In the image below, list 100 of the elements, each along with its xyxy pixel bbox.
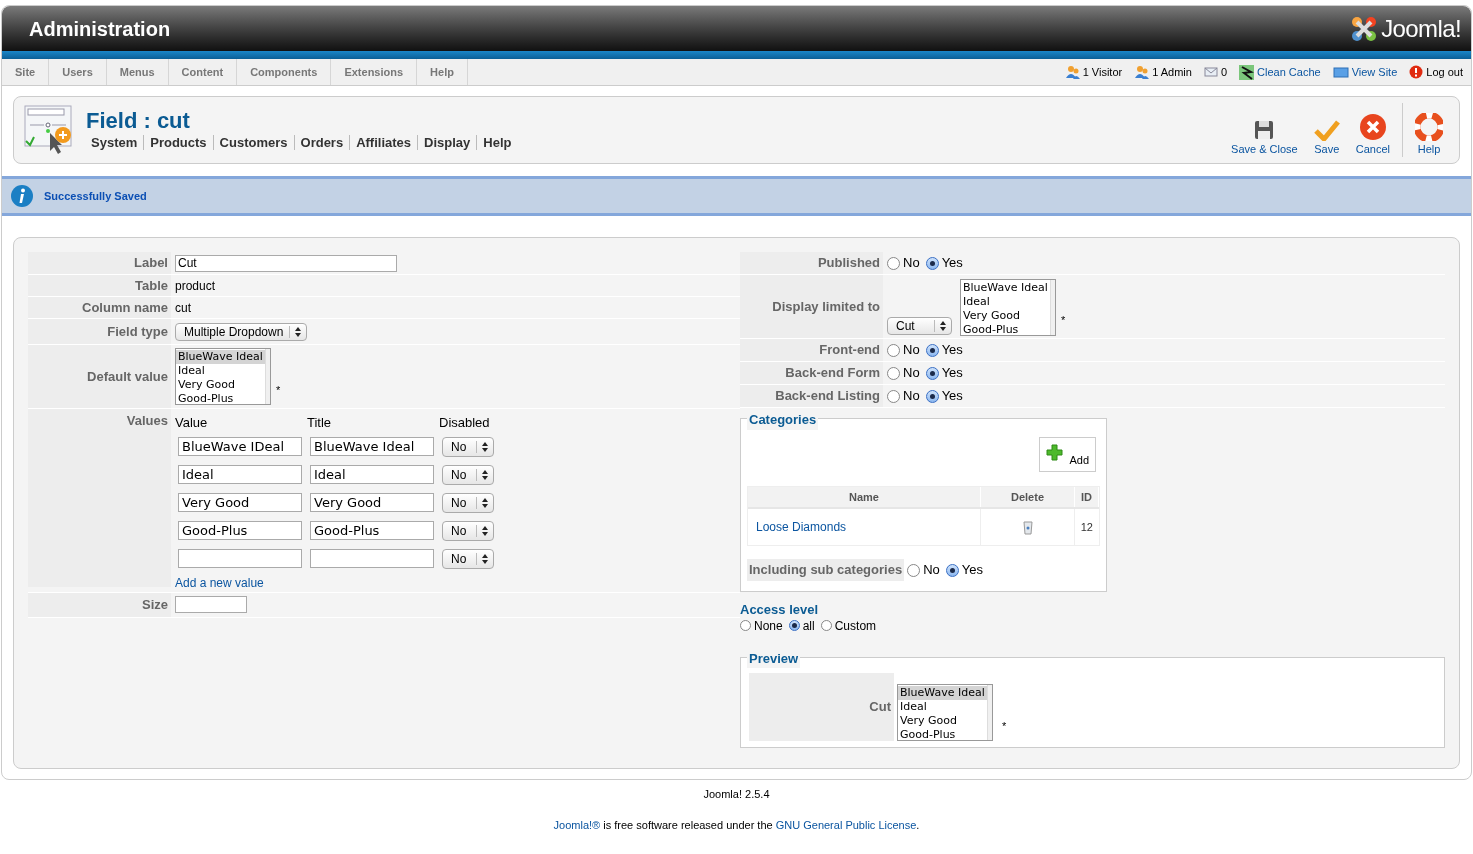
menu-item[interactable]: Content (168, 59, 238, 85)
radio-button[interactable] (907, 563, 921, 577)
list-option[interactable]: BlueWave Ideal (176, 350, 265, 364)
status-item[interactable]: Log out (1426, 63, 1463, 81)
submenu-link[interactable]: Orders (293, 135, 350, 150)
option-label: Yes (941, 254, 963, 273)
list-option[interactable]: Good-Plus (176, 392, 265, 406)
radio-button[interactable] (925, 389, 939, 403)
menu-item[interactable]: Help (417, 59, 468, 85)
toolbar-button[interactable]: Save & Close (1223, 103, 1306, 157)
menu-item[interactable]: Menus (106, 59, 169, 85)
radio-button[interactable] (887, 343, 900, 357)
category-link[interactable]: Loose Diamonds (756, 518, 847, 536)
radio-button[interactable] (925, 366, 939, 380)
list-option[interactable]: Very Good (961, 309, 1050, 323)
text-field[interactable]: Good-Plus (178, 521, 302, 540)
alert-icon (1409, 65, 1424, 79)
field-label: Column name (82, 298, 168, 317)
menu-item[interactable]: Extensions (331, 59, 418, 85)
toolbar-button[interactable]: Save (1305, 103, 1348, 157)
updown-arrow-icon (476, 468, 489, 481)
radio-button[interactable] (820, 620, 832, 632)
radio-button[interactable] (887, 366, 900, 380)
dropdown[interactable]: No (442, 492, 494, 513)
list-option[interactable]: Ideal (961, 295, 1050, 309)
text-field[interactable]: Cut (175, 254, 397, 272)
app-title: Administration (29, 16, 171, 42)
status-item[interactable]: 0 (1220, 63, 1228, 81)
dropdown[interactable]: Multiple Dropdown (175, 322, 307, 341)
radio-button[interactable] (740, 620, 751, 632)
menu-item[interactable]: Components (237, 59, 332, 85)
status-item[interactable]: 1 Visitor (1082, 63, 1123, 81)
dropdown[interactable]: No (442, 436, 494, 457)
radio-button[interactable] (925, 343, 939, 357)
option-label: No (923, 561, 940, 580)
users-icon (1064, 65, 1080, 79)
radio-button[interactable] (945, 563, 959, 577)
submenu-link[interactable]: System (91, 135, 144, 150)
menu-item[interactable]: Users (49, 59, 107, 85)
text-field[interactable] (310, 549, 434, 568)
toolbar-button[interactable]: Help (1402, 103, 1451, 157)
column-header: Value (175, 414, 209, 432)
text-field[interactable]: Very Good (310, 493, 434, 512)
license-link[interactable]: Joomla!® (553, 818, 601, 831)
required-mark: * (1002, 719, 1007, 735)
dropdown[interactable]: No (442, 520, 494, 541)
list-option[interactable]: BlueWave Ideal (898, 685, 987, 700)
submenu-link[interactable]: Customers (212, 135, 294, 150)
radio-button[interactable] (788, 620, 800, 632)
column-header: Disabled (439, 414, 491, 432)
list-option[interactable]: Very Good (176, 378, 265, 392)
list-box[interactable]: BlueWave Ideal Ideal Very Good Good-Plus (960, 279, 1056, 336)
list-box[interactable]: BlueWave Ideal Ideal Very Good Good-Plus (897, 683, 993, 741)
text-field[interactable]: BlueWave IDeal (178, 437, 302, 456)
column-header: Title (307, 414, 333, 432)
option-label: No (903, 364, 920, 383)
add-button[interactable]: Add (1039, 437, 1096, 472)
text-field[interactable]: Ideal (178, 465, 302, 484)
users-icon (1134, 65, 1150, 79)
updown-arrow-icon (289, 325, 302, 338)
field-form-icon (24, 105, 74, 155)
field-label: Display limited to (772, 297, 880, 316)
column-header: Delete (981, 487, 1075, 507)
radio-button[interactable] (925, 256, 939, 270)
radio-button[interactable] (887, 389, 900, 403)
field-label: Values (126, 412, 168, 430)
submenu-link[interactable]: Affiliates (349, 135, 418, 150)
close-icon (1358, 112, 1387, 141)
status-link[interactable]: View Site (1351, 63, 1398, 81)
toolbar-button[interactable]: Cancel (1347, 103, 1398, 157)
text-field[interactable] (175, 596, 247, 613)
text-field[interactable]: Ideal (310, 465, 434, 484)
add-value-link[interactable]: Add a new value (175, 573, 264, 592)
menu-item[interactable]: Site (2, 59, 50, 85)
dropdown[interactable]: No (442, 464, 494, 485)
text-field[interactable]: Very Good (178, 493, 302, 512)
updown-arrow-icon (476, 496, 489, 509)
radio-button[interactable] (887, 256, 900, 270)
plus-icon (1046, 444, 1063, 461)
table-cell-text: 12 (1080, 519, 1093, 535)
trash-icon[interactable] (1021, 519, 1034, 535)
list-option[interactable]: Good-Plus (898, 727, 987, 742)
list-option[interactable]: BlueWave Ideal (961, 281, 1050, 295)
list-option[interactable]: Ideal (176, 364, 265, 378)
dropdown[interactable]: No (442, 548, 494, 569)
field-label: Published (817, 254, 880, 273)
submenu-link[interactable]: Products (143, 135, 213, 150)
status-link[interactable]: Clean Cache (1257, 63, 1321, 81)
list-option[interactable]: Good-Plus (961, 323, 1050, 337)
dropdown[interactable]: Cut (887, 317, 952, 335)
text-field[interactable]: BlueWave Ideal (310, 437, 434, 456)
text-field[interactable]: Good-Plus (310, 521, 434, 540)
submenu-link[interactable]: Help (476, 135, 518, 150)
list-option[interactable]: Ideal (898, 699, 987, 714)
list-box[interactable]: BlueWave Ideal Ideal Very Good Good-Plus (175, 348, 271, 405)
text-field[interactable] (178, 549, 302, 568)
list-option[interactable]: Very Good (898, 713, 987, 728)
submenu-link[interactable]: Display (417, 135, 477, 150)
lightning-icon (1239, 64, 1255, 80)
status-item[interactable]: 1 Admin (1152, 63, 1192, 81)
